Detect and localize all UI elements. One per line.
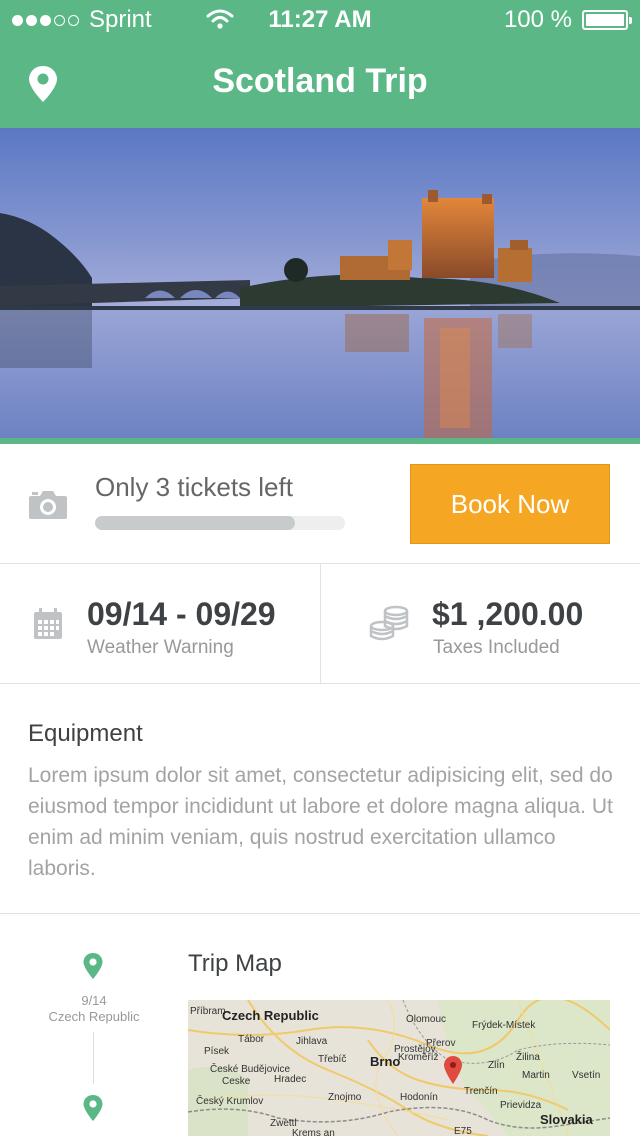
map-label: Slovakia	[540, 1112, 593, 1127]
tickets-left-text: Only 3 tickets left	[95, 472, 293, 502]
app-header: Sprint 11:27 AM 100 % Scotland Trip	[0, 0, 640, 128]
equipment-title: Equipment	[28, 720, 143, 747]
map-label: Jihlava	[296, 1036, 328, 1047]
map-label: Příbram	[190, 1006, 226, 1017]
calendar-icon	[33, 608, 63, 645]
tickets-progress-bar	[95, 516, 345, 530]
tickets-progress-fill	[95, 516, 295, 530]
map-label: Vsetín	[572, 1070, 601, 1081]
trip-map-title: Trip Map	[188, 950, 282, 977]
map-label: Tábor	[238, 1034, 265, 1045]
timeline-pin-icon[interactable]	[82, 952, 104, 985]
page-title: Scotland Trip	[212, 62, 428, 100]
trip-dates: 09/14 - 09/29	[87, 596, 276, 632]
map-label: Martin	[522, 1070, 550, 1081]
map-label: Olomouc	[406, 1014, 447, 1025]
map-label: E75	[454, 1126, 472, 1136]
timeline-place: Czech Republic	[48, 1009, 140, 1024]
timeline-date: 9/14	[81, 993, 107, 1008]
map-label: Zlín	[488, 1060, 505, 1071]
info-divider	[320, 564, 321, 684]
timeline-line	[93, 1032, 94, 1084]
map-label: Písek	[204, 1046, 230, 1057]
map-label: Brno	[370, 1054, 401, 1069]
map-label: Frýdek-Místek	[472, 1020, 536, 1031]
coins-icon	[368, 604, 410, 649]
timeline-pin-icon[interactable]	[82, 1094, 104, 1127]
equipment-description: Lorem ipsum dolor sit amet, consectetur …	[28, 764, 613, 880]
status-bar: Sprint 11:27 AM 100 %	[0, 0, 640, 40]
battery-status: 100 %	[503, 6, 632, 34]
taxes-included: Taxes Included	[433, 637, 560, 658]
map-label: Hradec	[274, 1074, 307, 1085]
section-divider	[0, 913, 640, 914]
map-label: Trenčín	[464, 1086, 498, 1097]
battery-icon	[582, 10, 632, 30]
camera-icon	[28, 488, 68, 525]
map-label: Prievidza	[500, 1100, 542, 1111]
weather-warning[interactable]: Weather Warning	[87, 637, 234, 659]
map-label: Třebíč	[318, 1054, 347, 1065]
map-label: Žilina	[516, 1052, 540, 1063]
battery-percent: 100 %	[503, 6, 572, 33]
map-label: Český Krumlov	[196, 1096, 264, 1107]
map-label: Ceske	[222, 1076, 251, 1087]
map-label: Hodonín	[400, 1092, 438, 1103]
hero-photo-castle	[0, 128, 640, 438]
trip-map[interactable]: Příbram Czech Republic Olomouc Frýdek-Mí…	[188, 1000, 610, 1136]
trip-price: $1 ,200.00	[432, 596, 584, 632]
book-now-button[interactable]: Book Now	[410, 464, 610, 544]
map-label: Znojmo	[328, 1092, 362, 1103]
map-label: Kroměříž	[398, 1052, 439, 1063]
map-label: Krems an	[292, 1128, 335, 1136]
map-label: Czech Republic	[222, 1008, 319, 1023]
